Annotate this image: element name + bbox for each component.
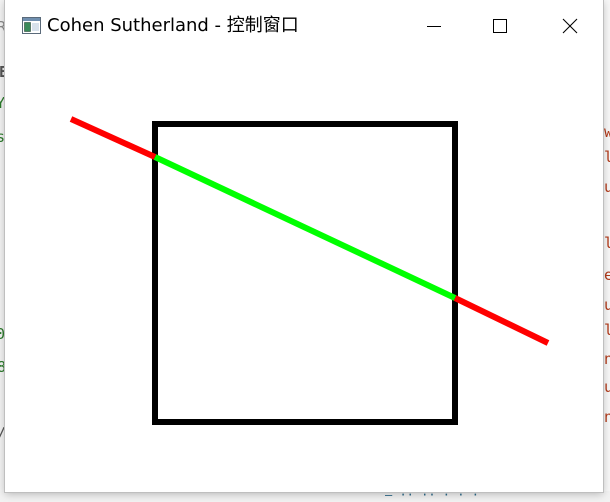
close-icon (562, 18, 578, 34)
background-text: l (604, 321, 610, 339)
background-text: u (604, 178, 610, 196)
background-text: u (604, 378, 610, 396)
maximize-icon (493, 19, 507, 33)
close-button[interactable] (537, 0, 603, 52)
clipped-in-segment (153, 154, 457, 301)
background-text: n (604, 350, 610, 368)
background-editor-bottom: — ·· ·· · · · (0, 488, 610, 502)
clipped-out-segment-left (69, 116, 157, 160)
background-text: u (604, 296, 610, 314)
maximize-button[interactable] (467, 0, 533, 52)
clipped-out-segment-right (453, 295, 550, 346)
background-text: l (604, 148, 610, 166)
background-editor-right: w l u l e u l n u n (603, 0, 610, 502)
background-text: n (604, 408, 610, 426)
clip-window-rectangle (152, 121, 458, 425)
app-window: Cohen Sutherland - 控制窗口 (5, 0, 603, 492)
minimize-icon (427, 26, 441, 27)
minimize-button[interactable] (401, 0, 467, 52)
app-icon (22, 17, 41, 34)
clipping-scene (69, 116, 550, 425)
window-title: Cohen Sutherland - 控制窗口 (47, 15, 299, 36)
background-text: e (604, 266, 610, 284)
title-bar[interactable]: Cohen Sutherland - 控制窗口 (5, 0, 603, 52)
desktop: R E Y s 0 8 / w l u l e u l n u n — ·· ·… (0, 0, 610, 502)
background-text: w (604, 123, 610, 141)
drawing-canvas[interactable] (5, 52, 603, 492)
background-text: l (604, 234, 610, 252)
